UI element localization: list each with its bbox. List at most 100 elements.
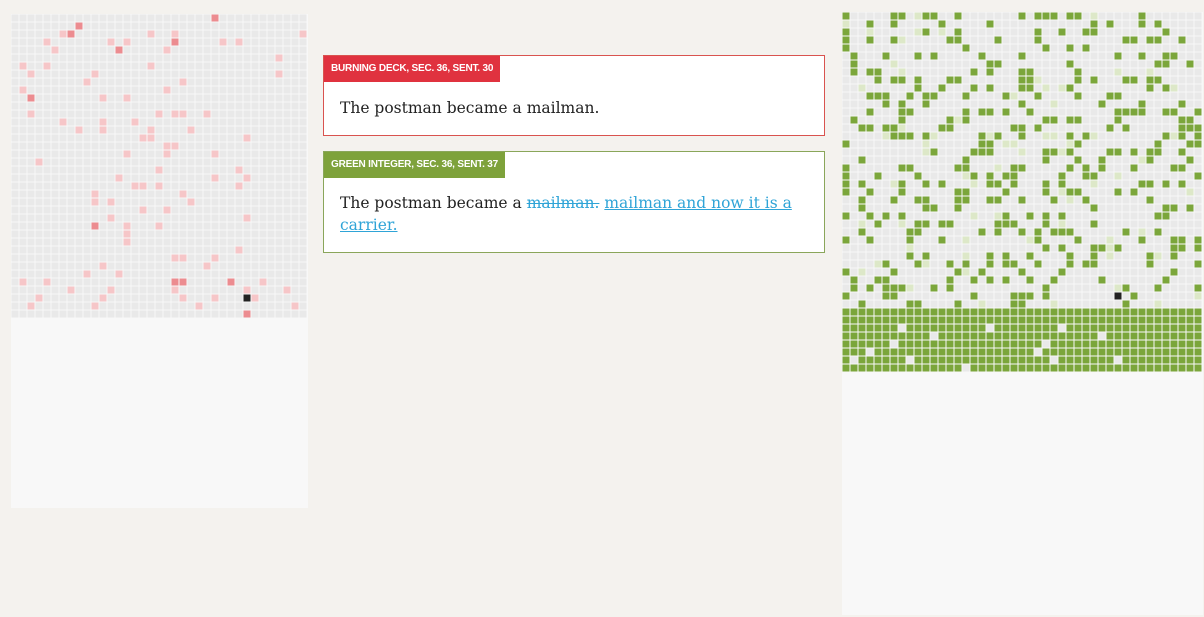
sentence-cell[interactable]: [235, 246, 243, 254]
sentence-cell[interactable]: [19, 126, 27, 134]
sentence-cell[interactable]: [858, 52, 866, 60]
sentence-cell[interactable]: [1026, 76, 1034, 84]
sentence-cell[interactable]: [938, 348, 946, 356]
sentence-cell[interactable]: [155, 230, 163, 238]
sentence-cell[interactable]: [1130, 28, 1138, 36]
sentence-cell[interactable]: [890, 356, 898, 364]
sentence-cell[interactable]: [1098, 252, 1106, 260]
sentence-cell[interactable]: [938, 132, 946, 140]
sentence-cell[interactable]: [842, 68, 850, 76]
sentence-cell[interactable]: [938, 244, 946, 252]
sentence-cell[interactable]: [914, 100, 922, 108]
sentence-cell[interactable]: [1170, 12, 1178, 20]
sentence-cell[interactable]: [1026, 92, 1034, 100]
sentence-cell[interactable]: [163, 62, 171, 70]
sentence-cell[interactable]: [898, 172, 906, 180]
sentence-cell[interactable]: [67, 94, 75, 102]
sentence-cell[interactable]: [906, 156, 914, 164]
sentence-cell[interactable]: [139, 230, 147, 238]
sentence-cell[interactable]: [1018, 108, 1026, 116]
sentence-cell[interactable]: [922, 356, 930, 364]
sentence-cell[interactable]: [203, 110, 211, 118]
sentence-cell[interactable]: [139, 22, 147, 30]
sentence-cell[interactable]: [1170, 356, 1178, 364]
sentence-cell[interactable]: [1010, 20, 1018, 28]
sentence-cell[interactable]: [1082, 260, 1090, 268]
sentence-cell[interactable]: [1010, 84, 1018, 92]
sentence-cell[interactable]: [1154, 36, 1162, 44]
sentence-cell[interactable]: [147, 102, 155, 110]
sentence-cell[interactable]: [1098, 364, 1106, 372]
sentence-cell[interactable]: [986, 340, 994, 348]
sentence-cell[interactable]: [1082, 20, 1090, 28]
sentence-cell[interactable]: [1130, 196, 1138, 204]
sentence-cell[interactable]: [1050, 44, 1058, 52]
sentence-cell[interactable]: [1154, 252, 1162, 260]
sentence-cell[interactable]: [1178, 260, 1186, 268]
sentence-cell[interactable]: [882, 332, 890, 340]
sentence-cell[interactable]: [1058, 212, 1066, 220]
sentence-cell[interactable]: [75, 294, 83, 302]
sentence-cell[interactable]: [155, 14, 163, 22]
sentence-cell[interactable]: [874, 292, 882, 300]
sentence-cell[interactable]: [1002, 212, 1010, 220]
sentence-cell[interactable]: [1042, 268, 1050, 276]
sentence-cell[interactable]: [1010, 156, 1018, 164]
sentence-cell[interactable]: [906, 140, 914, 148]
sentence-cell[interactable]: [1074, 332, 1082, 340]
sentence-cell[interactable]: [1130, 324, 1138, 332]
sentence-cell[interactable]: [195, 206, 203, 214]
sentence-cell[interactable]: [1002, 92, 1010, 100]
sentence-cell[interactable]: [874, 100, 882, 108]
sentence-cell[interactable]: [914, 116, 922, 124]
sentence-cell[interactable]: [906, 148, 914, 156]
sentence-cell[interactable]: [227, 134, 235, 142]
sentence-cell[interactable]: [1010, 332, 1018, 340]
sentence-cell[interactable]: [1154, 44, 1162, 52]
sentence-cell[interactable]: [962, 244, 970, 252]
sentence-cell[interactable]: [1058, 68, 1066, 76]
sentence-cell[interactable]: [914, 236, 922, 244]
sentence-cell[interactable]: [946, 28, 954, 36]
sentence-cell[interactable]: [291, 102, 299, 110]
sentence-cell[interactable]: [1138, 12, 1146, 20]
sentence-cell[interactable]: [1034, 172, 1042, 180]
sentence-cell[interactable]: [1034, 356, 1042, 364]
sentence-cell[interactable]: [43, 142, 51, 150]
sentence-cell[interactable]: [123, 310, 131, 318]
sentence-cell[interactable]: [147, 70, 155, 78]
sentence-cell[interactable]: [43, 214, 51, 222]
sentence-cell[interactable]: [1018, 196, 1026, 204]
sentence-cell[interactable]: [211, 150, 219, 158]
sentence-cell[interactable]: [898, 236, 906, 244]
sentence-cell[interactable]: [91, 70, 99, 78]
sentence-cell[interactable]: [906, 180, 914, 188]
sentence-cell[interactable]: [874, 84, 882, 92]
sentence-cell[interactable]: [938, 212, 946, 220]
sentence-cell[interactable]: [123, 222, 131, 230]
sentence-cell[interactable]: [123, 150, 131, 158]
sentence-cell[interactable]: [179, 118, 187, 126]
sentence-cell[interactable]: [1186, 260, 1194, 268]
sentence-cell[interactable]: [91, 14, 99, 22]
sentence-cell[interactable]: [27, 70, 35, 78]
sentence-cell[interactable]: [962, 132, 970, 140]
sentence-cell[interactable]: [1146, 268, 1154, 276]
sentence-cell[interactable]: [171, 150, 179, 158]
sentence-cell[interactable]: [163, 166, 171, 174]
sentence-cell[interactable]: [1154, 332, 1162, 340]
sentence-cell[interactable]: [1170, 268, 1178, 276]
sentence-cell[interactable]: [163, 46, 171, 54]
sentence-cell[interactable]: [283, 158, 291, 166]
sentence-cell[interactable]: [954, 276, 962, 284]
sentence-cell[interactable]: [51, 142, 59, 150]
sentence-cell[interactable]: [1098, 220, 1106, 228]
sentence-cell[interactable]: [1194, 20, 1202, 28]
sentence-cell[interactable]: [99, 214, 107, 222]
sentence-cell[interactable]: [235, 126, 243, 134]
sentence-cell[interactable]: [1194, 188, 1202, 196]
sentence-cell[interactable]: [179, 142, 187, 150]
sentence-cell[interactable]: [1034, 196, 1042, 204]
sentence-cell[interactable]: [994, 76, 1002, 84]
sentence-cell[interactable]: [259, 126, 267, 134]
